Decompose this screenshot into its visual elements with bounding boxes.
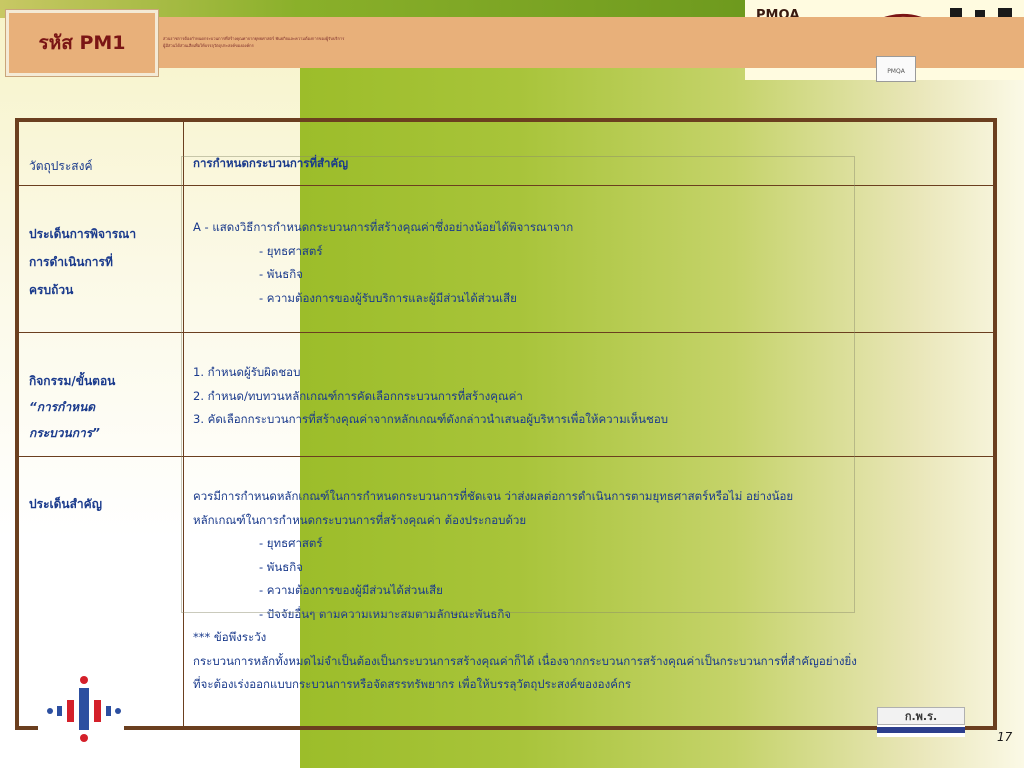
criteria-table: วัตถุประสงค์ การกำหนดกระบวนการที่สำคัญ ป… — [15, 118, 997, 730]
caution-text: *** ข้อพึงระวัง — [193, 630, 267, 644]
header-description: ส่วนราชการต้องกำหนดกระบวนการที่สร้างคุณค… — [163, 35, 383, 49]
content-cell: 1. กำหนดผู้รับผิดชอบ 2. กำหนด/ทบทวนหลักเ… — [183, 332, 994, 457]
bullet-item: - ความต้องการของผู้มีส่วนได้ส่วนเสีย — [259, 583, 443, 597]
header-description-line: ส่วนราชการต้องกำหนดกระบวนการที่สร้างคุณค… — [163, 36, 345, 41]
table-row: กิจกรรม/ขั้นตอน “การกำหนด กระบวนการ” 1. … — [18, 332, 994, 457]
label-text: ประเด็นการพิจารณา — [29, 227, 137, 241]
bullet-item: - ปัจจัยอื่นๆ ตามความเหมาะสมตามลักษณะพัน… — [259, 606, 512, 621]
label-cell: กิจกรรม/ขั้นตอน “การกำหนด กระบวนการ” — [18, 332, 184, 457]
label-cell: ประเด็นการพิจารณา การดำเนินการที่ ครบถ้ว… — [18, 185, 184, 333]
table-row: ประเด็นสำคัญ ควรมีการกำหนดหลักเกณฑ์ในการ… — [18, 456, 994, 727]
content-cell: การกำหนดกระบวนการที่สำคัญ — [183, 121, 994, 186]
content-cell: A - แสดงวิธีการกำหนดกระบวนการที่สร้างคุณ… — [183, 185, 994, 333]
label-text: ประเด็นสำคัญ — [29, 497, 102, 511]
step-item: 1. กำหนดผู้รับผิดชอบ — [193, 365, 301, 379]
bullet-item: - พันธกิจ — [259, 267, 303, 281]
content-text: กระบวนการหลักทั้งหมดไม่จำเป็นต้องเป็นกระ… — [193, 653, 857, 668]
content-text: ควรมีการกำหนดหลักเกณฑ์ในการกำหนดกระบวนกา… — [193, 489, 794, 503]
ocsc-logo-bar — [877, 727, 965, 733]
bullet-item: - ยุทธศาสตร์ — [259, 243, 323, 258]
code-label: รหัส PM1 — [38, 32, 126, 54]
content-text: ที่จะต้องเร่งออกแบบกระบวนการหรือจัดสรรทร… — [193, 677, 632, 691]
bullet-item: - พันธกิจ — [259, 559, 303, 574]
content-text: การกำหนดกระบวนการที่สำคัญ — [193, 156, 349, 170]
pmqa-logo-text: PMQA — [887, 68, 905, 75]
step-item: 3. คัดเลือกกระบวนการที่สร้างคุณค่าจากหลั… — [193, 412, 669, 426]
bullet-item: - ยุทธศาสตร์ — [259, 536, 323, 550]
content-cell: ควรมีการกำหนดหลักเกณฑ์ในการกำหนดกระบวนกา… — [183, 456, 994, 727]
bullet-item: - ความต้องการของผู้รับบริการและผู้มีส่วน… — [259, 290, 517, 305]
content-text: หลักเกณฑ์ในการกำหนดกระบวนการที่สร้างคุณค… — [193, 512, 527, 527]
label-cell: วัตถุประสงค์ — [18, 121, 184, 186]
organization-logo-icon — [47, 676, 121, 742]
pmqa-logo: PMQA — [876, 56, 916, 82]
table-row: ประเด็นการพิจารณา การดำเนินการที่ ครบถ้ว… — [18, 185, 994, 333]
label-text: การดำเนินการที่ — [29, 255, 113, 269]
ocsc-logo: ก.พ.ร. — [877, 707, 965, 737]
label-text: วัตถุประสงค์ — [29, 159, 93, 173]
page-number: 17 — [997, 730, 1013, 744]
header-description-line: ผู้มีส่วนได้ส่วนเสียเพื่อให้บรรลุวัตถุปร… — [163, 43, 254, 48]
ocsc-logo-text: ก.พ.ร. — [877, 707, 965, 725]
content-text: A - แสดงวิธีการกำหนดกระบวนการที่สร้างคุณ… — [193, 220, 574, 234]
label-text: ครบถ้วน — [29, 283, 74, 297]
organization-logo — [38, 672, 124, 748]
code-label-box: รหัส PM1 — [6, 10, 158, 76]
step-item: 2. กำหนด/ทบทวนหลักเกณฑ์การคัดเลือกกระบวน… — [193, 388, 523, 403]
label-text: กิจกรรม/ขั้นตอน — [29, 374, 116, 388]
table-row: วัตถุประสงค์ การกำหนดกระบวนการที่สำคัญ — [18, 121, 994, 186]
label-italic-text: “การกำหนด — [29, 400, 96, 414]
label-italic-text: กระบวนการ” — [29, 426, 100, 440]
